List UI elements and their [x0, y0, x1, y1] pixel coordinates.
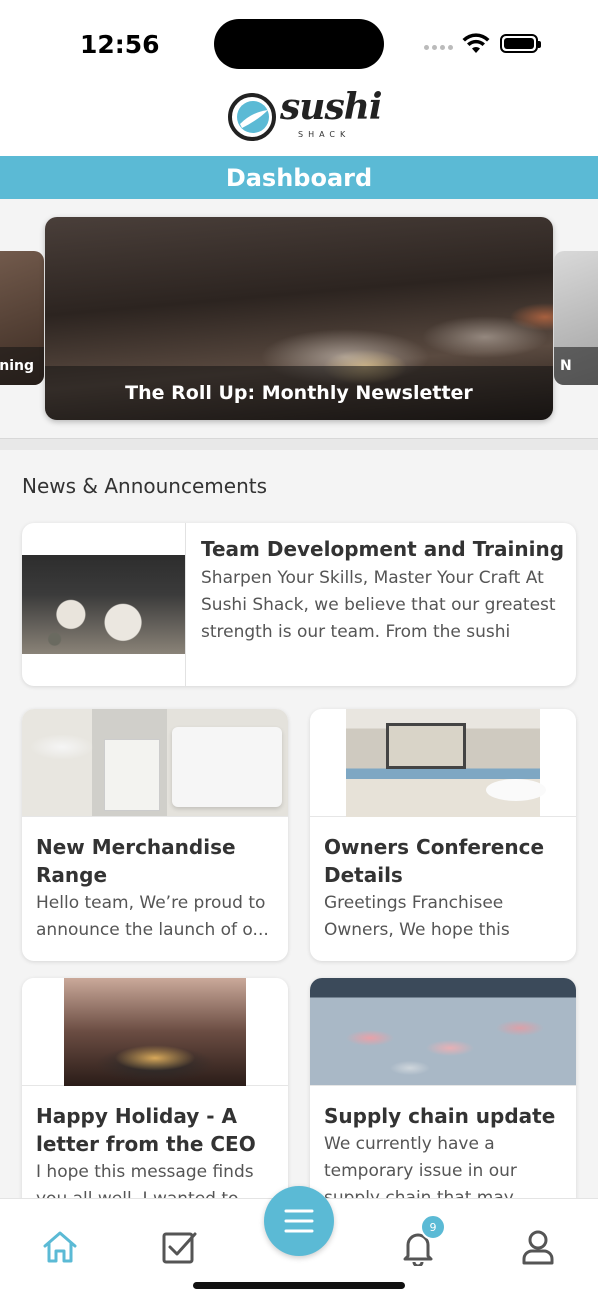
news-card-title: Happy Holiday - A letter from the CEO	[36, 1104, 256, 1156]
tab-home[interactable]	[40, 1227, 80, 1267]
status-time: 12:56	[80, 30, 160, 59]
dynamic-island	[214, 19, 384, 69]
carousel-caption-next: N	[554, 347, 598, 385]
section-divider	[0, 438, 598, 450]
tab-tasks[interactable]	[159, 1227, 199, 1267]
news-image-conference	[310, 709, 576, 817]
user-icon	[522, 1230, 554, 1265]
page-title: Dashboard	[225, 163, 373, 192]
checkbox-icon	[162, 1232, 197, 1264]
news-card-excerpt: Sharpen Your Skills, Master Your Craft A…	[201, 568, 556, 642]
news-card-holiday[interactable]: Happy Holiday - A letter from the CEO I …	[22, 978, 288, 1230]
carousel-card-newsletter[interactable]: The Roll Up: Monthly Newsletter	[45, 217, 553, 420]
logo-mark-icon	[228, 93, 276, 141]
news-card-title: Owners Conference Details	[324, 835, 545, 887]
brand-logo: sushi SHACK	[228, 86, 383, 146]
menu-icon	[284, 1209, 314, 1233]
news-card-featured[interactable]: Team Development and Training Sharpen Yo…	[22, 523, 576, 686]
notification-badge: 9	[420, 1214, 446, 1240]
news-card-conference[interactable]: Owners Conference Details Greetings Fran…	[310, 709, 576, 961]
news-image-training	[22, 555, 185, 654]
news-card-excerpt: Greetings Franchisee Owners, We hope thi…	[324, 893, 510, 940]
news-card-title: New Merchandise Range	[36, 835, 236, 887]
home-icon	[43, 1231, 77, 1263]
menu-button[interactable]	[264, 1186, 334, 1256]
wifi-icon	[462, 33, 490, 59]
news-card-title: Team Development and Training	[201, 537, 565, 561]
news-image-seafood	[310, 978, 576, 1086]
carousel-caption-previous: ining	[0, 347, 44, 385]
app-header: sushi SHACK	[0, 84, 598, 156]
logo-wordmark: sushi	[280, 86, 383, 128]
tab-profile[interactable]	[518, 1227, 558, 1267]
dashboard-title-bar: Dashboard	[0, 156, 598, 199]
featured-carousel[interactable]: ining The Roll Up: Monthly Newsletter N	[0, 199, 598, 439]
status-bar: 12:56	[0, 0, 598, 84]
news-card-supply-chain[interactable]: Supply chain update We currently have a …	[310, 978, 576, 1230]
news-image-merchandise	[22, 709, 288, 817]
news-card-merchandise[interactable]: New Merchandise Range Hello team, We’re …	[22, 709, 288, 961]
news-card-title: Supply chain update	[324, 1104, 556, 1128]
news-card-excerpt: Hello team, We’re proud to announce the …	[36, 893, 269, 940]
carousel-caption-main: The Roll Up: Monthly Newsletter	[45, 366, 553, 420]
card-divider	[185, 523, 186, 686]
logo-subtitle: SHACK	[298, 130, 351, 139]
battery-icon	[500, 34, 541, 53]
cellular-signal-icon	[424, 45, 453, 50]
carousel-card-next[interactable]: N	[554, 251, 598, 385]
carousel-card-previous[interactable]: ining	[0, 251, 44, 385]
news-image-holiday	[22, 978, 288, 1086]
news-section-title: News & Announcements	[22, 474, 267, 498]
home-indicator[interactable]	[193, 1282, 405, 1289]
